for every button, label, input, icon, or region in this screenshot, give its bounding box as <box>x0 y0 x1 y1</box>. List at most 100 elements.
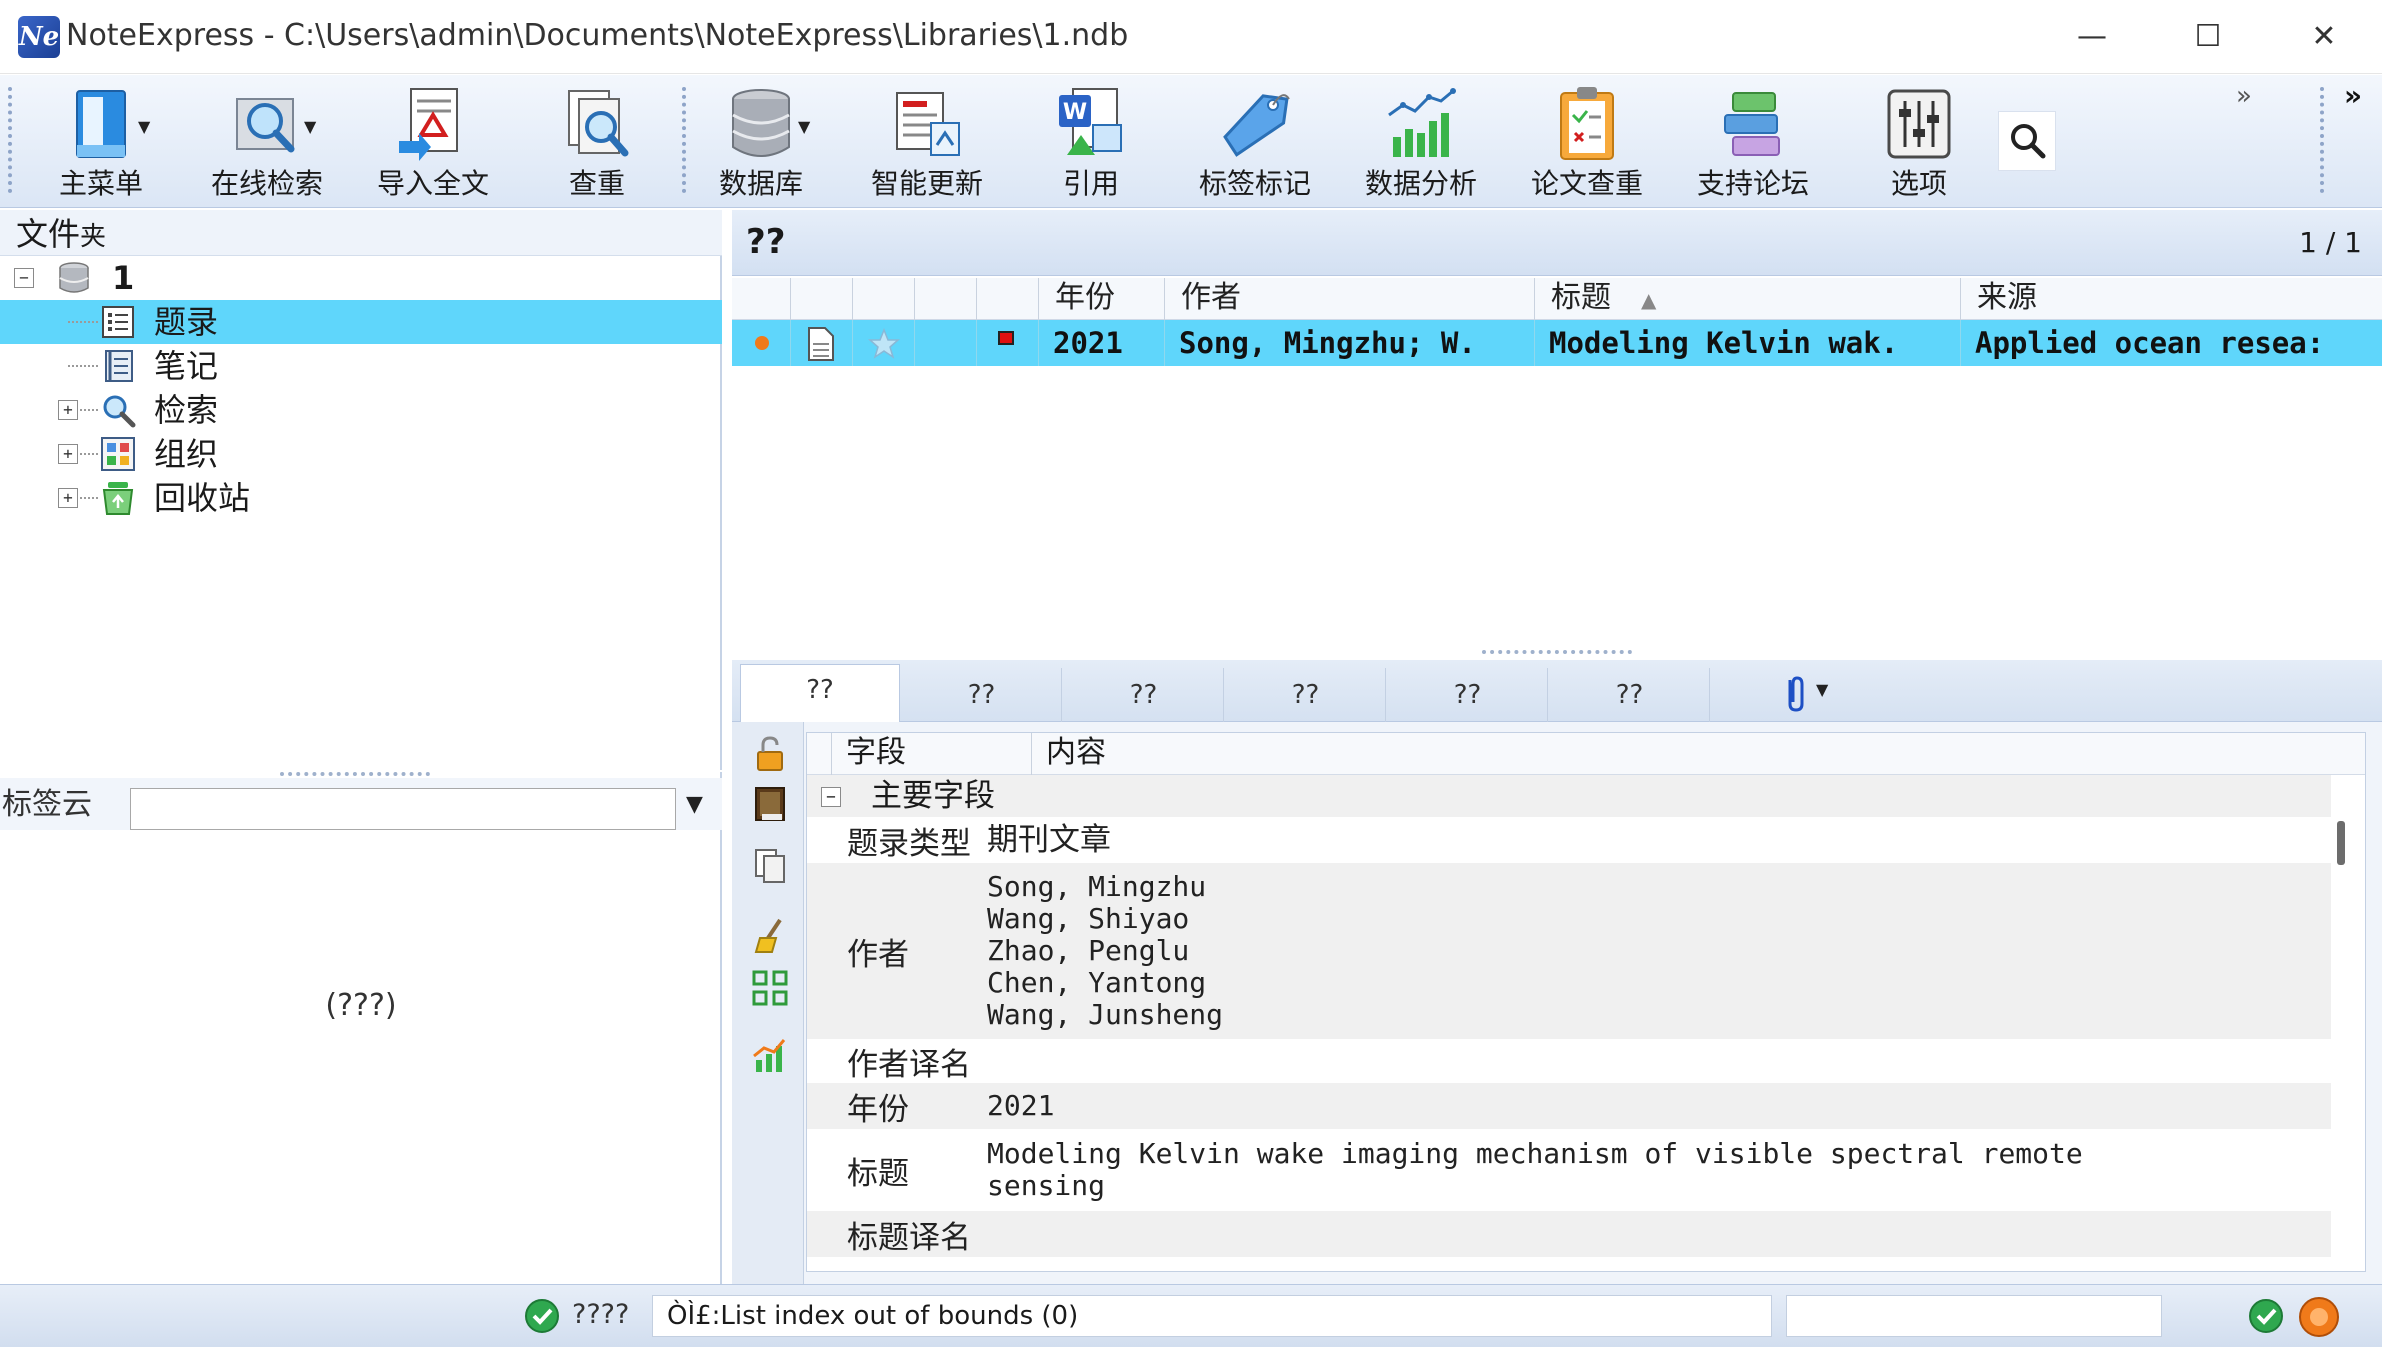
panel-splitter[interactable] <box>1482 650 1632 656</box>
import-fulltext-icon <box>399 88 458 161</box>
field-value[interactable]: 2021 <box>987 1083 2317 1129</box>
scrollbar-thumb[interactable] <box>2337 821 2345 865</box>
attachment-dropdown-icon[interactable]: ▼ <box>1816 680 1828 699</box>
toolbar-overflow-chevron-icon[interactable]: » <box>2344 79 2362 112</box>
tree-item-search[interactable]: + 检索 <box>0 388 722 432</box>
toolbar-search-button[interactable] <box>1998 111 2056 171</box>
reference-list-title: ?? <box>746 222 786 262</box>
tree-item-organize[interactable]: + 组织 <box>0 432 722 476</box>
database-button[interactable]: 数据库 <box>686 81 836 203</box>
field-value[interactable]: 期刊文章 <box>987 817 2317 863</box>
tab-3[interactable]: ?? <box>1064 668 1224 722</box>
tag-cloud-input[interactable] <box>130 788 676 830</box>
chart-analysis-icon[interactable] <box>750 1036 790 1076</box>
copy-icon[interactable] <box>750 846 790 886</box>
star-cell[interactable] <box>852 320 914 366</box>
toolbar-grip[interactable] <box>2320 87 2324 193</box>
paperclip-icon[interactable] <box>1774 674 1814 714</box>
field-row[interactable]: 标题译名 <box>807 1211 2331 1257</box>
field-row[interactable]: 年份 2021 <box>807 1083 2331 1129</box>
toolbar-grip[interactable] <box>8 87 12 193</box>
toolbar-overflow-chevron-icon[interactable]: » <box>2236 81 2252 111</box>
tree-item-references[interactable]: 题录 <box>0 300 722 344</box>
smart-update-button[interactable]: 智能更新 <box>852 81 1002 203</box>
table-row[interactable]: 2021 Song, Mingzhu; W. Modeling Kelvin w… <box>732 320 2382 366</box>
column-header-year[interactable]: 年份 <box>1038 278 1164 320</box>
thesis-check-button[interactable]: 论文查重 <box>1512 81 1662 203</box>
field-name: 作者 <box>847 936 909 973</box>
options-button[interactable]: 选项 <box>1844 81 1994 203</box>
expand-icon[interactable]: + <box>58 488 78 508</box>
field-row[interactable]: 作者 Song, Mingzhu Wang, Shiyao Zhao, Peng… <box>807 863 2331 1039</box>
online-search-button[interactable]: 在线检索 <box>192 81 342 203</box>
expand-all-icon[interactable] <box>750 968 790 1008</box>
sync-ok-icon[interactable] <box>2248 1298 2284 1334</box>
column-header-source[interactable]: 来源 <box>1960 278 2382 320</box>
database-label: 数据库 <box>718 167 803 200</box>
main-menu-label: 主菜单 <box>58 167 143 200</box>
list-icon <box>102 306 134 338</box>
tree-item-recycle-bin[interactable]: + 回收站 <box>0 476 722 520</box>
field-value[interactable] <box>987 1039 2317 1083</box>
tab-5[interactable]: ?? <box>1388 668 1548 722</box>
column-header-title[interactable]: 标题 ▲ <box>1534 278 1960 320</box>
grid-organize-icon <box>101 437 135 471</box>
column-header-star[interactable] <box>852 278 914 320</box>
import-fulltext-button[interactable]: 导入全文 <box>358 81 508 203</box>
support-forum-button[interactable]: 支持论坛 <box>1678 81 1828 203</box>
column-header-type[interactable] <box>790 278 852 320</box>
column-header-author[interactable]: 作者 <box>1164 278 1534 320</box>
main-menu-caret-icon[interactable]: ▼ <box>138 117 150 136</box>
minimize-button[interactable]: — <box>2034 0 2150 74</box>
online-search-caret-icon[interactable]: ▼ <box>304 117 316 136</box>
tab-4[interactable]: ?? <box>1226 668 1386 722</box>
expand-icon[interactable]: + <box>58 444 78 464</box>
chevron-down-icon[interactable]: ▼ <box>686 792 703 817</box>
column-header-flag[interactable] <box>976 278 1038 320</box>
tab-6[interactable]: ?? <box>1550 668 1710 722</box>
tree-item-notes[interactable]: 笔记 <box>0 344 722 388</box>
tree-item-label: 组织 <box>154 435 219 473</box>
book-icon[interactable] <box>750 784 790 824</box>
dedupe-button[interactable]: 查重 <box>522 81 672 203</box>
field-row[interactable]: 标题 Modeling Kelvin wake imaging mechanis… <box>807 1129 2331 1211</box>
flag-cell[interactable] <box>976 320 1038 366</box>
tab-details[interactable]: ?? <box>740 664 900 722</box>
field-value[interactable] <box>987 1211 2317 1257</box>
notification-orange-icon[interactable] <box>2298 1296 2340 1338</box>
maximize-button[interactable]: ☐ <box>2150 0 2266 74</box>
word-cite-icon: W <box>1059 88 1122 155</box>
column-header-empty[interactable] <box>914 278 976 320</box>
clipboard-check-icon <box>1560 87 1614 160</box>
main-menu-button[interactable]: 主菜单 <box>26 81 176 203</box>
tree-item-library[interactable]: − 1 <box>0 256 722 300</box>
read-status-cell[interactable] <box>732 320 790 366</box>
tab-2[interactable]: ?? <box>902 668 1062 722</box>
field-row[interactable]: 作者译名 <box>807 1039 2331 1083</box>
data-analysis-button[interactable]: 数据分析 <box>1346 81 1496 203</box>
field-group-main[interactable]: − 主要字段 <box>807 775 2331 817</box>
collapse-icon[interactable]: − <box>14 268 34 288</box>
title-cell: Modeling Kelvin wak. <box>1534 320 1960 366</box>
svg-text:W: W <box>1063 100 1087 125</box>
collapse-icon[interactable]: − <box>821 787 841 807</box>
data-analysis-label: 数据分析 <box>1364 167 1477 200</box>
tag-cloud-empty-text: (???) <box>325 988 397 1023</box>
main-toolbar: 主菜单 ▼ 在线检索 ▼ 导入全文 查重 数据库 ▼ 智能更新 W 引用 标签标… <box>0 75 2382 208</box>
field-row[interactable]: 题录类型 期刊文章 <box>807 817 2331 863</box>
lock-open-icon[interactable] <box>750 734 790 774</box>
field-value[interactable]: Song, Mingzhu Wang, Shiyao Zhao, Penglu … <box>987 863 2317 1039</box>
cite-button[interactable]: W 引用 <box>1016 81 1166 203</box>
page-indicator: 1 / 1 <box>2299 226 2362 259</box>
dedupe-label: 查重 <box>568 167 625 200</box>
expand-icon[interactable]: + <box>58 400 78 420</box>
column-header-content[interactable]: 内容 <box>1031 733 2331 775</box>
column-header-field[interactable]: 字段 <box>831 733 1031 775</box>
tree-connector <box>68 321 98 323</box>
database-caret-icon[interactable]: ▼ <box>798 117 810 136</box>
tag-mark-button[interactable]: 标签标记 <box>1180 81 1330 203</box>
field-value[interactable]: Modeling Kelvin wake imaging mechanism o… <box>987 1129 2317 1211</box>
folder-title-text: 文件 <box>16 215 81 253</box>
broom-icon[interactable] <box>750 916 790 956</box>
close-button[interactable]: ✕ <box>2266 0 2382 74</box>
